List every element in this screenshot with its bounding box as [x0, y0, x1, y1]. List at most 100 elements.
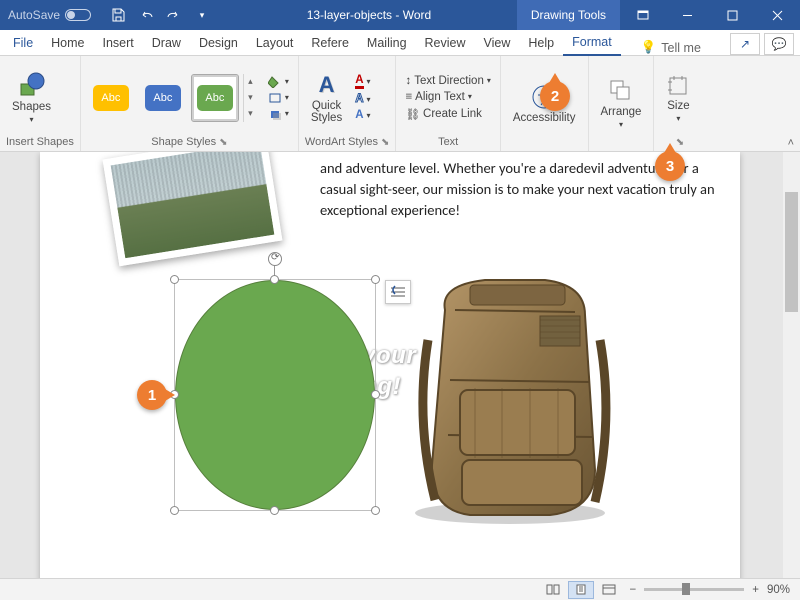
- layout-options-button[interactable]: [385, 280, 411, 304]
- autosave-label: AutoSave: [8, 8, 60, 22]
- autosave-toggle[interactable]: AutoSave: [0, 8, 99, 22]
- shape-style-1[interactable]: Abc: [87, 74, 135, 122]
- ribbon: Shapes ▾ Insert Shapes Abc Abc Abc ▴▾▾ ▾…: [0, 56, 800, 152]
- title-bar: AutoSave ▾ 13-layer-objects - Word Drawi…: [0, 0, 800, 30]
- tell-me-label: Tell me: [661, 41, 701, 55]
- ribbon-tabs: File Home Insert Draw Design Layout Refe…: [0, 30, 800, 56]
- zoom-level[interactable]: 90%: [767, 584, 790, 596]
- vertical-scrollbar[interactable]: [783, 152, 800, 578]
- arrange-label: Arrange: [601, 106, 642, 118]
- resize-handle[interactable]: [371, 275, 380, 284]
- create-link-button[interactable]: ⛓Create Link: [402, 106, 493, 122]
- shape-outline-button[interactable]: ▾: [265, 91, 292, 105]
- size-button[interactable]: Size ▾: [660, 62, 696, 134]
- resize-handle[interactable]: [371, 506, 380, 515]
- group-size: Size ▾ ⬊: [654, 56, 702, 151]
- tab-design[interactable]: Design: [190, 32, 247, 55]
- document-area: and adventure level. Whether you're a da…: [0, 152, 800, 578]
- print-layout-button[interactable]: [568, 581, 594, 599]
- text-fill-button[interactable]: A▾: [352, 73, 373, 90]
- arrange-button[interactable]: Arrange ▾: [595, 68, 648, 140]
- accessibility-label: Accessibility: [513, 112, 576, 124]
- text-direction-button[interactable]: ↕Text Direction▾: [402, 74, 493, 88]
- resize-handle[interactable]: [170, 506, 179, 515]
- tab-view[interactable]: View: [475, 32, 520, 55]
- tab-mailings[interactable]: Mailing: [358, 32, 416, 55]
- qat-dropdown[interactable]: ▾: [189, 1, 215, 29]
- collapse-ribbon-button[interactable]: ˄: [788, 137, 794, 149]
- oval-shape[interactable]: [175, 280, 375, 510]
- callout-3: 3: [655, 151, 685, 181]
- page[interactable]: and adventure level. Whether you're a da…: [40, 152, 740, 578]
- zoom-in-button[interactable]: +: [752, 584, 759, 596]
- shape-styles-more[interactable]: ▴▾▾: [243, 74, 257, 122]
- undo-button[interactable]: [133, 1, 159, 29]
- tab-home[interactable]: Home: [42, 32, 93, 55]
- read-mode-button[interactable]: [540, 581, 566, 599]
- align-text-button[interactable]: ≡Align Text▾: [402, 90, 493, 104]
- backpack-image[interactable]: [390, 270, 625, 525]
- resize-handle[interactable]: [170, 275, 179, 284]
- tab-file[interactable]: File: [4, 32, 42, 55]
- status-bar: − + 90%: [0, 578, 800, 600]
- zoom-out-button[interactable]: −: [630, 584, 637, 596]
- callout-1: 1: [137, 380, 167, 410]
- callout-2: 2: [540, 81, 570, 111]
- tab-format[interactable]: Format: [563, 31, 621, 56]
- scrollbar-thumb[interactable]: [785, 192, 798, 312]
- resize-handle[interactable]: [270, 506, 279, 515]
- share-button[interactable]: ↗: [730, 33, 760, 55]
- shape-style-3[interactable]: Abc: [191, 74, 239, 122]
- shape-style-2[interactable]: Abc: [139, 74, 187, 122]
- quick-styles-button[interactable]: A Quick Styles: [305, 62, 348, 134]
- maximize-button[interactable]: [710, 0, 755, 30]
- shapes-button[interactable]: Shapes ▾: [6, 62, 57, 134]
- text-effects-button[interactable]: A▾: [352, 108, 373, 122]
- close-button[interactable]: [755, 0, 800, 30]
- comments-button[interactable]: 💬: [764, 33, 794, 55]
- size-launcher[interactable]: ⬊: [676, 137, 684, 148]
- shapes-label: Shapes: [12, 101, 51, 113]
- minimize-button[interactable]: [665, 0, 710, 30]
- ribbon-display-button[interactable]: [620, 0, 665, 30]
- tab-review[interactable]: Review: [416, 32, 475, 55]
- group-insert-shapes: Shapes ▾ Insert Shapes: [0, 56, 81, 151]
- redo-button[interactable]: [161, 1, 187, 29]
- group-text: ↕Text Direction▾ ≡Align Text▾ ⛓Create Li…: [396, 56, 500, 151]
- size-label: Size: [667, 100, 689, 112]
- text-direction-label: Text Direction: [414, 75, 484, 87]
- link-icon: ⛓: [405, 107, 420, 121]
- tab-layout[interactable]: Layout: [247, 32, 303, 55]
- shape-styles-launcher[interactable]: ⬊: [219, 137, 227, 148]
- web-layout-button[interactable]: [596, 581, 622, 599]
- tab-insert[interactable]: Insert: [94, 32, 143, 55]
- toggle-switch-icon: [65, 9, 91, 21]
- tab-draw[interactable]: Draw: [143, 32, 190, 55]
- chevron-down-icon: ▾: [676, 114, 680, 123]
- text-outline-button[interactable]: A▾: [352, 92, 373, 106]
- window-controls: [620, 0, 800, 30]
- tell-me-search[interactable]: 💡 Tell me: [631, 40, 711, 55]
- photo-image[interactable]: [103, 152, 283, 266]
- create-link-label: Create Link: [423, 108, 482, 120]
- resize-handle[interactable]: [371, 390, 380, 399]
- shape-styles-group-label: Shape Styles: [151, 136, 216, 148]
- rotate-handle[interactable]: [268, 252, 282, 266]
- zoom-slider[interactable]: [644, 588, 744, 591]
- document-title: 13-layer-objects - Word: [221, 8, 517, 22]
- group-arrange: Arrange ▾: [589, 56, 655, 151]
- align-text-icon: ≡: [405, 91, 412, 103]
- tab-references[interactable]: Refere: [302, 32, 358, 55]
- selected-oval-shape[interactable]: [175, 280, 375, 510]
- insert-shapes-group-label: Insert Shapes: [6, 135, 74, 149]
- group-shape-styles: Abc Abc Abc ▴▾▾ ▾ ▾ ▾ Shape Styles⬊: [81, 56, 299, 151]
- tab-help[interactable]: Help: [519, 32, 563, 55]
- wordart-launcher[interactable]: ⬊: [381, 137, 389, 148]
- chevron-down-icon: ▾: [30, 115, 34, 124]
- resize-handle[interactable]: [270, 275, 279, 284]
- quick-access-toolbar: ▾: [99, 1, 221, 29]
- save-button[interactable]: [105, 1, 131, 29]
- shape-effects-button[interactable]: ▾: [265, 107, 292, 121]
- shape-fill-button[interactable]: ▾: [265, 75, 292, 89]
- text-group-label: Text: [402, 135, 493, 149]
